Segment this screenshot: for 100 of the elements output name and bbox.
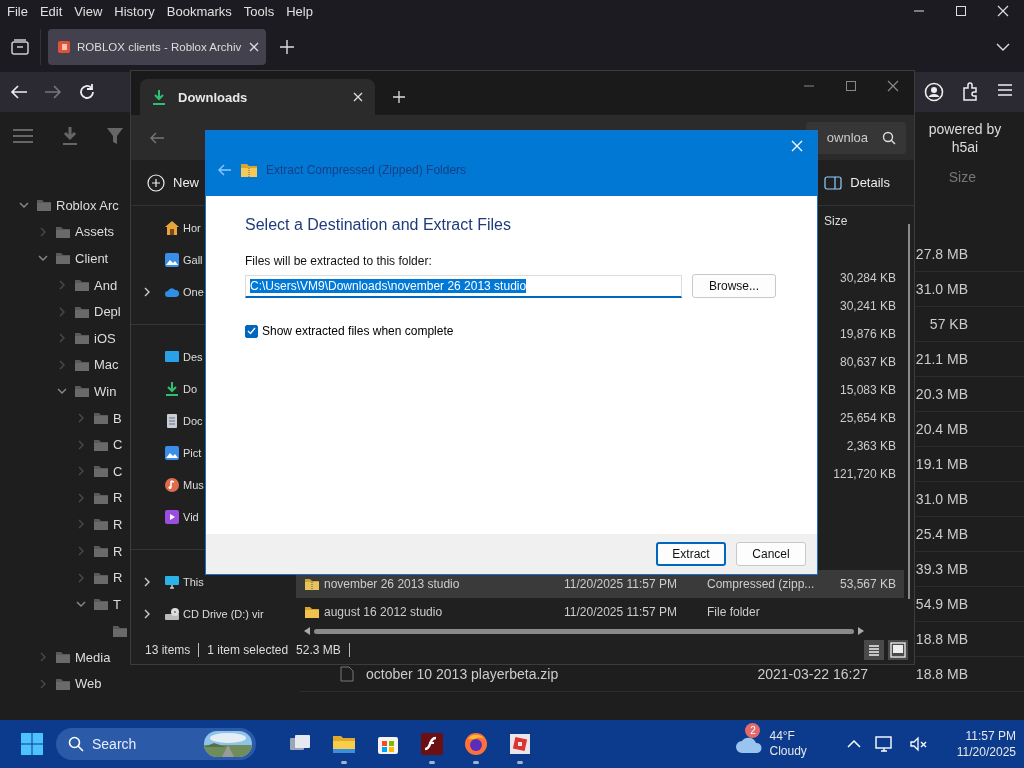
expand-chevron-icon[interactable] [142, 287, 152, 297]
tree-item-label[interactable]: Mac [94, 357, 119, 373]
file-size: 31.0 MB [915, 281, 968, 297]
details-view-icon[interactable] [864, 640, 884, 660]
folder-icon [74, 330, 90, 347]
tree-item-label[interactable]: Win [94, 383, 117, 399]
file-size: 54.9 MB [915, 596, 968, 612]
dialog-button[interactable]: Cancel [736, 542, 806, 566]
desktop-icon [164, 349, 180, 365]
browse-button[interactable]: Browse... [692, 274, 776, 298]
firefox-icon[interactable] [464, 732, 488, 756]
nav-item-label[interactable]: Vid [183, 511, 199, 523]
details-pane-icon [824, 175, 843, 190]
column-header[interactable]: Size [948, 169, 976, 185]
download-icon[interactable] [61, 126, 79, 146]
search-field[interactable]: ownloa [806, 121, 906, 154]
site-favicon-icon [57, 40, 71, 54]
menu-icon[interactable] [996, 82, 1014, 98]
tree-item-label[interactable]: R [113, 543, 123, 559]
explorer-tab[interactable]: Downloads [140, 79, 375, 115]
destination-field[interactable]: C:\Users\VM9\Downloads\november 26 2013 studio [245, 274, 682, 298]
menu-item[interactable]: History [108, 3, 161, 19]
nav-item-label[interactable]: Gall [183, 254, 203, 266]
tree-item-label[interactable]: C [113, 463, 123, 479]
file-row[interactable]: august 16 2012 studio 11/20/2025 11:57 PM File folder [296, 598, 904, 626]
tree-item-label[interactable]: R [113, 490, 123, 506]
menu-item[interactable]: File [1, 3, 34, 19]
forward-icon[interactable] [44, 84, 62, 100]
tree-item-label[interactable]: T [113, 596, 121, 612]
temperature[interactable]: 44°F [769, 729, 807, 744]
checkbox-label[interactable]: Show extracted files when complete [262, 324, 454, 338]
file-size: 31.0 MB [915, 491, 968, 507]
nav-item-label[interactable]: Pict [183, 447, 202, 459]
chevron-up-icon[interactable] [846, 739, 861, 749]
tree-item-label[interactable]: Depl [94, 304, 121, 320]
new-tab-icon[interactable] [280, 40, 294, 54]
file-icon [340, 666, 354, 682]
muted-speaker-icon[interactable] [908, 735, 929, 753]
filter-icon[interactable] [106, 127, 124, 145]
tab-list-icon[interactable] [11, 39, 29, 55]
monitor-icon [164, 574, 180, 590]
clock-time[interactable]: 11:57 PM [956, 728, 1016, 744]
tree-item-label[interactable]: Roblox Arc [56, 197, 119, 213]
scroll-left-icon[interactable] [304, 627, 310, 635]
nav-item-label[interactable]: Mus [183, 479, 204, 491]
tree-item-label[interactable]: iOS [94, 330, 116, 346]
flash-player-icon[interactable] [420, 732, 444, 756]
new-button[interactable]: New [147, 173, 199, 192]
nav-item-label[interactable]: Des [183, 351, 203, 363]
field-label: Files will be extracted to this folder: [245, 254, 433, 268]
menu-item[interactable]: Tools [237, 3, 281, 19]
nav-item-label[interactable]: CD Drive (D:) vir [183, 608, 264, 620]
tree-item-label[interactable]: R [113, 570, 123, 586]
file-name[interactable]: october 10 2013 playerbeta.zip [366, 666, 559, 682]
menu-item[interactable]: Bookmarks [160, 3, 238, 19]
tree-item-label[interactable]: Web [75, 676, 102, 692]
home-icon [164, 220, 180, 236]
extensions-icon[interactable] [960, 82, 980, 102]
checkbox[interactable] [245, 324, 258, 338]
details-button[interactable]: Details [824, 175, 890, 190]
roblox-app-icon[interactable] [508, 732, 532, 756]
network-icon[interactable] [874, 735, 895, 753]
expand-chevron-icon[interactable] [142, 609, 152, 619]
notification-badge: 2 [745, 723, 761, 738]
nav-item-label[interactable]: Hor [183, 222, 201, 234]
tree-item-label[interactable]: And [94, 277, 118, 293]
start-icon[interactable] [20, 732, 44, 756]
vertical-scrollbar[interactable] [908, 224, 910, 599]
tree-item-label[interactable]: Assets [75, 224, 114, 240]
taskbar-search[interactable]: Search [56, 728, 256, 760]
menu-item[interactable]: Edit [33, 3, 69, 19]
file-size: 25.4 MB [915, 526, 968, 542]
nav-item-label[interactable]: Do [183, 383, 198, 395]
dialog-button[interactable]: Extract [656, 542, 726, 566]
nav-item-label[interactable]: This [183, 576, 204, 588]
menu-item[interactable]: View [68, 3, 109, 19]
clock-date[interactable]: 11/20/2025 [956, 744, 1016, 760]
horizontal-scrollbar[interactable] [314, 628, 854, 634]
account-icon[interactable] [924, 82, 944, 102]
dropdown-chevron-icon[interactable] [996, 42, 1010, 52]
tiles-view-icon[interactable] [888, 640, 908, 660]
file-size: 20.3 MB [915, 386, 968, 402]
document-icon [164, 413, 180, 429]
weather-condition[interactable]: Cloudy [769, 744, 807, 759]
scroll-right-icon[interactable] [858, 627, 864, 635]
check-icon [247, 327, 256, 335]
search-icon [68, 736, 84, 752]
expand-chevron-icon[interactable] [142, 577, 152, 587]
file-size: 19.1 MB [915, 456, 968, 472]
reload-icon[interactable] [78, 83, 96, 101]
tree-item-label[interactable]: R [113, 516, 123, 532]
tree-item-label[interactable]: C [113, 437, 123, 453]
new-tab-icon[interactable] [393, 91, 405, 103]
nav-item-label[interactable]: One [183, 286, 204, 298]
nav-item-label[interactable]: Doc [183, 415, 203, 427]
menu-item[interactable]: Help [280, 3, 319, 19]
tree-item-label[interactable]: Client [75, 251, 109, 266]
tree-item-label[interactable]: B [113, 410, 122, 426]
browser-tab[interactable]: ROBLOX clients - Roblox Archiv [48, 29, 266, 65]
tree-item-label[interactable]: Media [75, 649, 111, 665]
